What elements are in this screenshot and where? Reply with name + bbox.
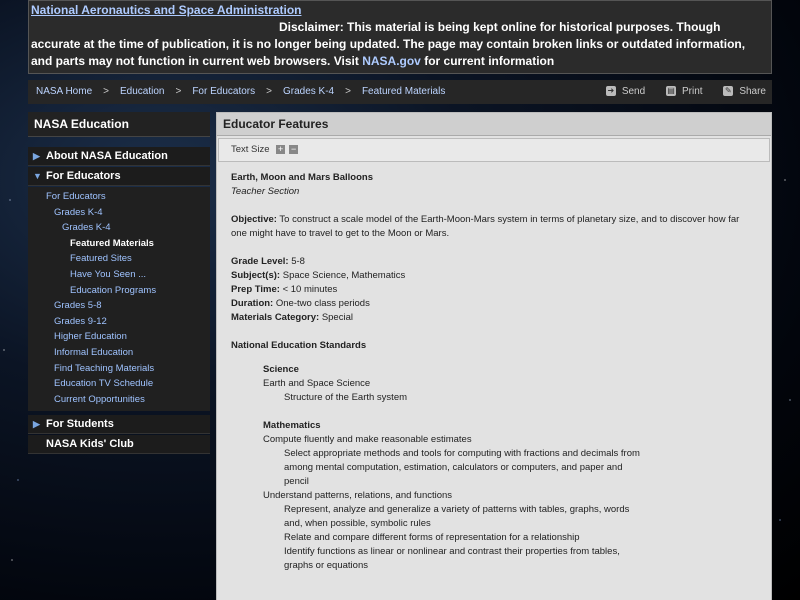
sidebar-link[interactable]: For Educators xyxy=(28,189,210,205)
breadcrumb: NASA Home > Education > For Educators > Grades… xyxy=(36,86,445,97)
page-tools: ➜ Send ▤ Print ✎ Share xyxy=(588,85,766,97)
sidebar-link[interactable]: Featured Sites xyxy=(28,251,210,267)
field-value: 5-8 xyxy=(291,256,305,267)
nasa-gov-link[interactable]: NASA.gov xyxy=(362,54,421,68)
objective: Objective: To construct a scale model of… xyxy=(231,213,756,241)
share-button[interactable]: ✎ Share xyxy=(723,86,766,97)
subjects: Subject(s): Space Science, Mathematics xyxy=(231,269,756,283)
objective-text: To construct a scale model of the Earth-… xyxy=(231,214,740,239)
science-item: Structure of the Earth system xyxy=(284,392,408,403)
standards-title: National Education Standards xyxy=(231,340,367,351)
sidebar-link[interactable]: Grades K-4 xyxy=(28,220,210,236)
sidebar-title: NASA Education xyxy=(28,112,210,137)
print-button[interactable]: ▤ Print xyxy=(665,85,703,97)
breadcrumb-separator: > xyxy=(103,86,109,97)
article-title: Earth, Moon and Mars Balloons xyxy=(231,172,373,183)
duration: Duration: One-two class periods xyxy=(231,297,756,311)
sidebar-link[interactable]: Education TV Schedule xyxy=(28,376,210,392)
breadcrumb-education[interactable]: Education xyxy=(120,86,164,97)
grade-level: Grade Level: 5-8 xyxy=(231,255,756,269)
sidebar-submenu: For Educators Grades K-4 Grades K-4 Feat… xyxy=(28,187,210,412)
math-subtitle: Compute fluently and make reasonable est… xyxy=(263,434,472,445)
text-size-label: Text Size xyxy=(231,144,270,155)
article: Earth, Moon and Mars Balloons Teacher Se… xyxy=(231,171,756,573)
sidebar-link[interactable]: Education Programs xyxy=(28,283,210,299)
breadcrumb-separator: > xyxy=(175,86,182,97)
materials-category: Materials Category: Special xyxy=(231,311,756,325)
breadcrumb-separator: > xyxy=(345,86,351,97)
prep-time: Prep Time: < 10 minutes xyxy=(231,283,756,297)
share-label: Share xyxy=(739,85,766,97)
field-label: Duration: xyxy=(231,298,274,309)
objective-label: Objective: xyxy=(231,214,277,225)
field-value: Space Science, Mathematics xyxy=(282,270,406,281)
sidebar-item-kids-club[interactable]: NASA Kids' Club xyxy=(28,435,210,455)
field-value: Special xyxy=(321,312,353,323)
page-title: Educator Features xyxy=(217,113,771,136)
science-subtitle: Earth and Space Science xyxy=(263,378,371,389)
chevron-right-icon: ▶ xyxy=(33,419,40,430)
sidebar-link[interactable]: Have You Seen ... xyxy=(28,267,210,283)
sidebar: NASA Education ▶ About NASA Education ▼ Fo… xyxy=(28,112,210,455)
field-label: Grade Level: xyxy=(231,256,289,267)
sidebar-item-label: For Educators xyxy=(46,170,121,182)
print-icon: ▤ xyxy=(665,86,676,96)
sidebar-item-label: For Students xyxy=(46,418,114,431)
sidebar-item-about[interactable]: ▶ About NASA Education xyxy=(28,147,210,166)
field-value: One-two class periods xyxy=(275,298,370,309)
sidebar-link[interactable]: Higher Education xyxy=(28,329,210,345)
math-item: Identify functions as linear or nonlinea… xyxy=(284,546,620,571)
breadcrumb-for-educators[interactable]: For Educators xyxy=(192,86,255,97)
sidebar-link[interactable]: Informal Education xyxy=(28,345,210,361)
print-label: Print xyxy=(681,85,703,97)
disclaimer-tail: for current information xyxy=(424,54,555,68)
agency-link[interactable]: National Aeronautics and Space Administr… xyxy=(31,3,302,17)
math-title: Mathematics xyxy=(263,420,321,431)
sidebar-link-active[interactable]: Featured Materials xyxy=(28,236,210,252)
breadcrumb-bar: NASA Home > Education > For Educators > Grades… xyxy=(28,80,772,104)
decrease-text-button[interactable]: − xyxy=(289,144,299,154)
math-item: Select appropriate methods and tools for… xyxy=(284,448,640,487)
sidebar-link[interactable]: Current Opportunities xyxy=(28,392,210,408)
breadcrumb-nasa-home[interactable]: NASA Home xyxy=(36,86,92,97)
field-label: Prep Time: xyxy=(231,284,280,295)
breadcrumb-grades-k4[interactable]: Grades K-4 xyxy=(283,86,334,97)
article-section: Teacher Section xyxy=(231,186,300,197)
send-icon: ➜ xyxy=(605,86,616,96)
sidebar-link[interactable]: Grades 5-8 xyxy=(28,298,210,314)
send-button[interactable]: ➜ Send xyxy=(605,85,646,97)
sidebar-item-label: About NASA Education xyxy=(46,150,168,162)
sidebar-link[interactable]: Find Teaching Materials xyxy=(28,361,210,377)
field-label: Subject(s): xyxy=(231,270,281,281)
main-content: Educator Features Text Size + − Earth, Mo… xyxy=(216,112,772,600)
field-label: Materials Category: xyxy=(231,312,320,323)
field-value: < 10 minutes xyxy=(282,284,338,295)
math-item: Relate and compare different forms of re… xyxy=(284,532,580,543)
breadcrumb-separator: > xyxy=(266,86,272,97)
sidebar-item-for-educators[interactable]: ▼ For Educators xyxy=(28,167,210,186)
sidebar-item-for-students[interactable]: ▶ For Students xyxy=(28,415,210,435)
text-size-control: Text Size + − xyxy=(218,138,770,162)
increase-text-button[interactable]: + xyxy=(276,144,286,154)
chevron-right-icon: ▶ xyxy=(33,151,40,161)
math-item: Represent, analyze and generalize a vari… xyxy=(284,504,630,529)
science-title: Science xyxy=(263,364,299,375)
sidebar-link[interactable]: Grades K-4 xyxy=(28,205,210,221)
math-subtitle: Understand patterns, relations, and func… xyxy=(263,490,453,501)
sidebar-link[interactable]: Grades 9-12 xyxy=(28,314,210,330)
chevron-down-icon: ▼ xyxy=(33,171,42,181)
send-label: Send xyxy=(621,85,646,97)
disclaimer-banner: National Aeronautics and Space Administr… xyxy=(28,0,772,74)
disclaimer-text: Disclaimer: This material is being kept … xyxy=(31,19,769,70)
breadcrumb-featured-materials[interactable]: Featured Materials xyxy=(362,86,445,97)
sidebar-item-label: NASA Kids' Club xyxy=(46,438,134,451)
share-icon: ✎ xyxy=(723,86,734,96)
